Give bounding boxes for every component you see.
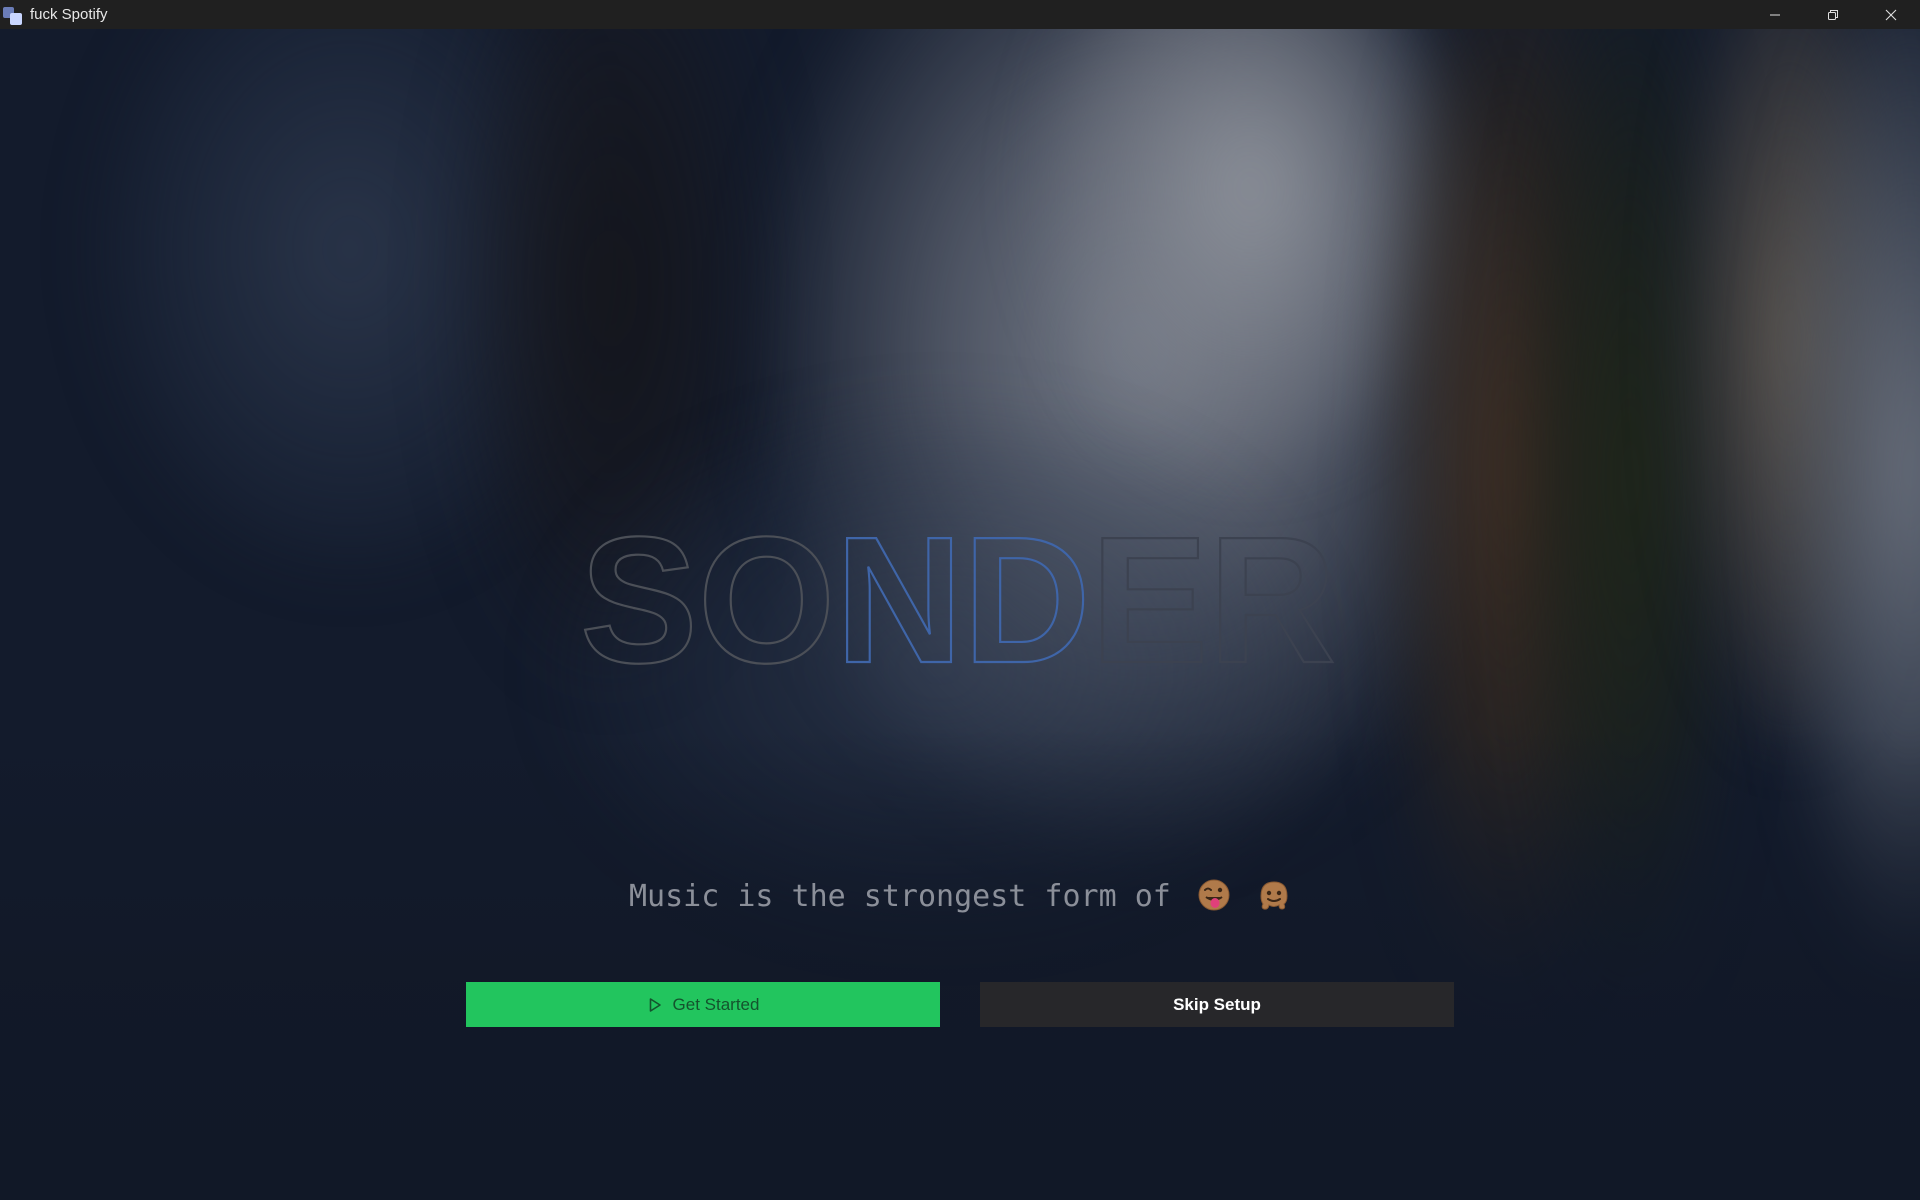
logo-letter-s: S	[580, 520, 698, 670]
window-controls	[1746, 0, 1920, 29]
winking-face-with-tongue-icon	[1198, 879, 1230, 911]
get-started-button[interactable]: Get Started	[466, 982, 940, 1027]
close-icon	[1885, 9, 1897, 20]
minimize-icon	[1770, 14, 1780, 15]
skip-setup-label: Skip Setup	[1173, 994, 1261, 1014]
tagline: Music is the strongest form of	[0, 878, 1920, 914]
get-started-label: Get Started	[672, 994, 760, 1014]
logo-letter-d: D	[963, 520, 1091, 670]
app-window: fuck Spotify SONDER Music is the stronge…	[0, 0, 1920, 1200]
restore-button[interactable]	[1804, 0, 1862, 29]
svg-text:SONDER: SONDER	[580, 520, 1336, 670]
skip-setup-button[interactable]: Skip Setup	[980, 982, 1454, 1027]
sonder-logo: SONDER	[580, 520, 1340, 670]
app-icon	[2, 4, 24, 26]
logo-letter-r: R	[1208, 520, 1336, 670]
melting-face-icon	[1260, 881, 1288, 910]
logo-letter-e: E	[1091, 520, 1209, 670]
tagline-text: Music is the strongest form of	[629, 879, 1171, 914]
logo-letter-n: N	[835, 520, 963, 670]
play-icon	[649, 997, 661, 1012]
close-button[interactable]	[1862, 0, 1920, 29]
title-bar[interactable]: fuck Spotify	[0, 0, 1920, 29]
logo-letter-o: O	[698, 520, 835, 670]
minimize-button[interactable]	[1746, 0, 1804, 29]
restore-icon	[1828, 9, 1838, 20]
window-title: fuck Spotify	[30, 6, 108, 23]
